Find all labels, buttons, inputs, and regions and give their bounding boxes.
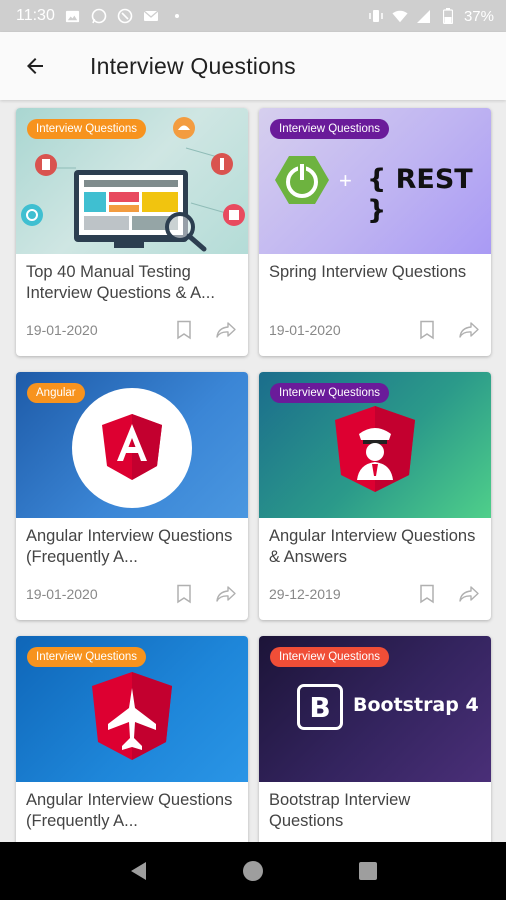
article-card[interactable]: + { REST } Interview Questions Spring In… bbox=[259, 108, 491, 356]
article-date: 19-01-2020 bbox=[26, 586, 98, 602]
category-tag: Interview Questions bbox=[27, 119, 146, 139]
system-navigation-bar bbox=[0, 842, 506, 900]
article-date: 19-01-2020 bbox=[269, 322, 341, 338]
bookmark-button[interactable] bbox=[415, 582, 439, 606]
category-tag: Interview Questions bbox=[270, 119, 389, 139]
article-thumbnail: Interview Questions bbox=[16, 108, 248, 254]
bookmark-button[interactable] bbox=[415, 318, 439, 342]
bootstrap-logo-letter: B bbox=[309, 690, 331, 724]
nav-home-button[interactable] bbox=[233, 851, 273, 891]
rest-logo-text: { REST } bbox=[367, 164, 473, 226]
article-card[interactable]: Interview Questions Angular Interview Qu… bbox=[259, 372, 491, 620]
bookmark-button[interactable] bbox=[172, 582, 196, 606]
article-title: Bootstrap Interview Questions bbox=[269, 791, 411, 830]
bookmark-icon bbox=[420, 320, 434, 340]
category-tag: Angular bbox=[27, 383, 85, 403]
article-thumbnail: Interview Questions bbox=[259, 372, 491, 518]
battery-icon bbox=[440, 8, 456, 24]
share-icon bbox=[459, 586, 479, 602]
category-tag: Interview Questions bbox=[270, 383, 389, 403]
article-thumbnail: Angular bbox=[16, 372, 248, 518]
arrow-back-icon bbox=[27, 58, 43, 74]
circle-home-icon bbox=[242, 861, 263, 881]
battery-percentage: 37% bbox=[463, 7, 494, 25]
status-time: 11:30 bbox=[16, 7, 55, 24]
article-title: Spring Interview Questions bbox=[269, 263, 467, 281]
article-card[interactable]: B Bootstrap 4 Interview Questions Bootst… bbox=[259, 636, 491, 842]
share-button[interactable] bbox=[214, 582, 238, 606]
whatsapp-icon bbox=[91, 8, 107, 24]
share-button[interactable] bbox=[457, 318, 481, 342]
square-recents-icon bbox=[359, 862, 378, 880]
bookmark-button[interactable] bbox=[172, 318, 196, 342]
bookmark-icon bbox=[177, 584, 191, 604]
article-list[interactable]: Interview Questions Top 40 Manual Testin… bbox=[0, 100, 506, 842]
back-button[interactable] bbox=[0, 32, 70, 100]
signal-icon bbox=[416, 8, 432, 24]
article-card[interactable]: Angular Angular Interview Questions (Fre… bbox=[16, 372, 248, 620]
page-title: Interview Questions bbox=[90, 52, 296, 79]
category-tag: Interview Questions bbox=[270, 647, 389, 667]
share-icon bbox=[216, 586, 236, 602]
bootstrap-logo: B bbox=[297, 684, 343, 730]
article-title: Angular Interview Questions (Frequently … bbox=[26, 527, 233, 566]
plus-text: + bbox=[339, 168, 352, 193]
bookmark-icon bbox=[177, 320, 191, 340]
article-thumbnail: Interview Questions bbox=[16, 636, 248, 782]
article-thumbnail: + { REST } Interview Questions bbox=[259, 108, 491, 254]
article-card[interactable]: Interview Questions Angular Interview Qu… bbox=[16, 636, 248, 842]
share-icon bbox=[216, 322, 236, 338]
article-title: Angular Interview Questions (Frequently … bbox=[26, 791, 233, 830]
share-button[interactable] bbox=[457, 582, 481, 606]
vibrate-icon bbox=[368, 8, 384, 24]
app-bar: Interview Questions bbox=[0, 32, 506, 100]
share-button[interactable] bbox=[214, 318, 238, 342]
share-icon bbox=[459, 322, 479, 338]
article-title: Top 40 Manual Testing Interview Question… bbox=[26, 263, 215, 302]
dot-icon bbox=[169, 8, 185, 24]
wifi-icon bbox=[392, 8, 408, 24]
bookmark-icon bbox=[420, 584, 434, 604]
category-tag: Interview Questions bbox=[27, 647, 146, 667]
triangle-back-icon bbox=[130, 862, 146, 880]
article-date: 19-01-2020 bbox=[26, 322, 98, 338]
article-card[interactable]: Interview Questions Top 40 Manual Testin… bbox=[16, 108, 248, 356]
nav-back-button[interactable] bbox=[118, 851, 158, 891]
image-notification-icon bbox=[65, 8, 81, 24]
app-notification-icon bbox=[117, 8, 133, 24]
nav-recents-button[interactable] bbox=[348, 851, 388, 891]
status-bar: 11:30 37% bbox=[0, 0, 506, 32]
bootstrap-logo-text: Bootstrap 4 bbox=[353, 694, 479, 716]
article-title: Angular Interview Questions & Answers bbox=[269, 527, 476, 566]
article-thumbnail: B Bootstrap 4 Interview Questions bbox=[259, 636, 491, 782]
mail-icon bbox=[143, 8, 159, 24]
article-date: 29-12-2019 bbox=[269, 586, 341, 602]
